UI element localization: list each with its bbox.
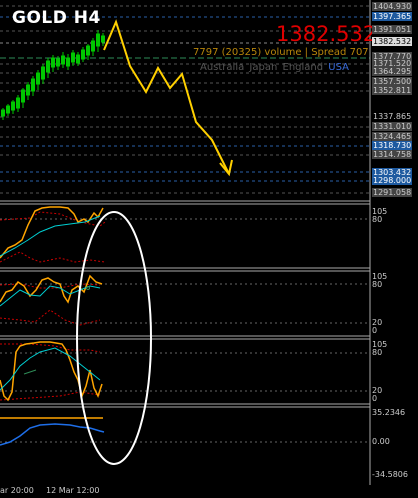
volume-spread-info: 7797 (20325) volume | Spread 707 <box>193 47 369 58</box>
ind3-level-0: 0 <box>372 394 378 403</box>
ind2-level-0: 0 <box>372 326 378 335</box>
annotation-ellipse <box>76 211 152 465</box>
price-label: 1324.465 <box>372 132 413 141</box>
stochastic-2-pane <box>0 274 370 326</box>
price-candles <box>1 30 105 120</box>
stochastic-1-pane <box>0 206 370 263</box>
price-label: 1404.930 <box>372 2 413 11</box>
time-label-1: ar 20:00 <box>0 486 34 495</box>
session-england: England <box>282 62 324 73</box>
osc-level-zero: 0.00 <box>372 437 390 446</box>
time-label-2: 12 Mar 12:00 <box>46 486 100 495</box>
price-label: 1331.010 <box>372 122 413 131</box>
trading-sessions: Australia Japan England USA <box>200 62 351 73</box>
session-australia: Australia <box>200 62 245 73</box>
ind1-level-80: 80 <box>372 215 383 224</box>
oscillator-pane <box>0 417 370 446</box>
price-label: 1298.000 <box>372 176 413 185</box>
osc-level-min: -34.5806 <box>372 470 408 479</box>
price-label: 1382.532 <box>372 37 413 46</box>
stochastic-3-pane <box>0 341 370 402</box>
forecast-arrow <box>103 19 233 177</box>
price-label: 1364.295 <box>372 67 413 76</box>
price-label: 1352.811 <box>372 86 413 95</box>
chart-canvas[interactable] <box>0 0 418 498</box>
current-price: 1382.532 <box>276 22 377 46</box>
symbol-title: GOLD H4 <box>12 8 101 28</box>
ind2-level-80: 80 <box>372 280 383 289</box>
price-label: 1391.051 <box>372 25 413 34</box>
price-label: 1397.365 <box>372 12 413 21</box>
session-japan: Japan <box>249 62 278 73</box>
price-label: 1318.730 <box>372 141 413 150</box>
price-label: 1314.758 <box>372 150 413 159</box>
osc-level-max: 35.2346 <box>372 408 406 417</box>
session-usa: USA <box>328 62 349 73</box>
ind3-level-80: 80 <box>372 348 383 357</box>
price-label: 1357.500 <box>372 77 413 86</box>
price-label: 1337.865 <box>372 112 413 121</box>
price-label: 1291.058 <box>372 188 413 197</box>
